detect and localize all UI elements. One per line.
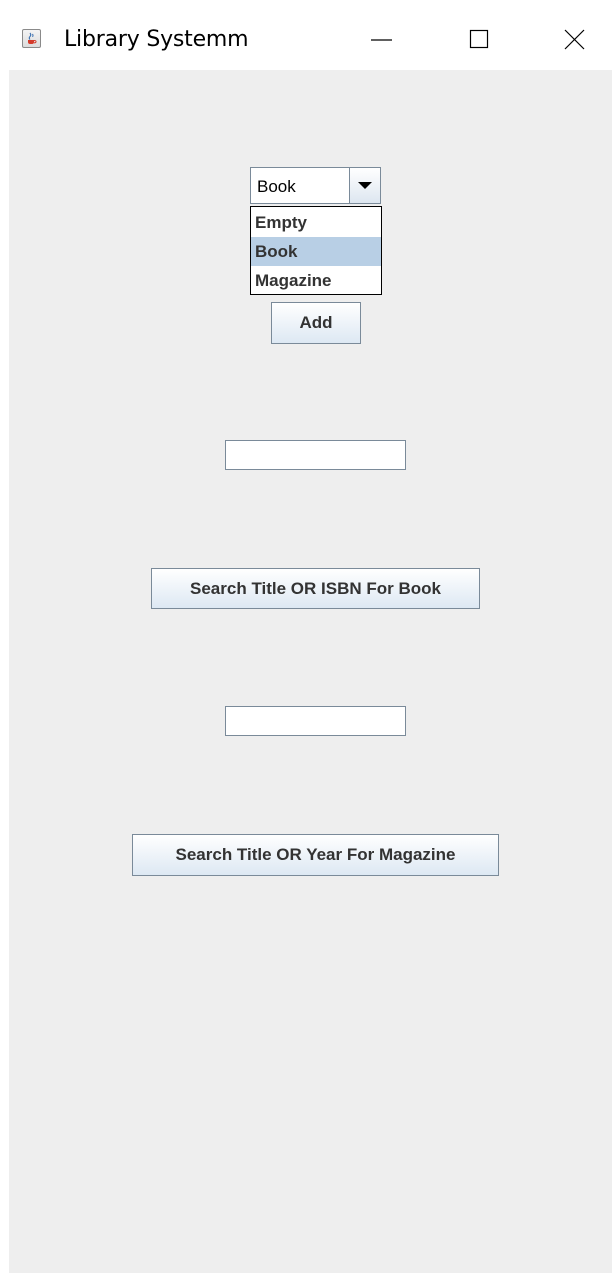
- dropdown-option-empty[interactable]: Empty: [251, 208, 381, 237]
- search-book-button[interactable]: Search Title OR ISBN For Book: [151, 568, 480, 609]
- item-type-combo[interactable]: Book: [250, 167, 381, 204]
- java-cup-icon[interactable]: [22, 29, 41, 48]
- minimize-icon: [371, 39, 392, 41]
- maximize-button[interactable]: [457, 22, 503, 58]
- close-icon: [564, 29, 585, 50]
- magazine-search-input[interactable]: [225, 706, 406, 736]
- dropdown-option-book[interactable]: Book: [251, 237, 381, 266]
- item-type-dropdown-list: Empty Book Magazine: [250, 206, 382, 295]
- dropdown-option-magazine[interactable]: Magazine: [251, 266, 381, 295]
- combo-arrow-button[interactable]: [349, 168, 380, 203]
- maximize-icon: [469, 29, 489, 49]
- search-magazine-button[interactable]: Search Title OR Year For Magazine: [132, 834, 499, 876]
- book-search-input[interactable]: [225, 440, 406, 470]
- app-window: Library Systemm Book Empty Book Magazine…: [0, 0, 612, 1273]
- title-bar[interactable]: Library Systemm: [0, 0, 612, 70]
- minimize-button[interactable]: [360, 22, 406, 58]
- chevron-down-icon: [358, 182, 372, 189]
- combo-selected-value: Book: [257, 177, 296, 196]
- add-button[interactable]: Add: [271, 302, 361, 344]
- close-button[interactable]: [552, 22, 598, 58]
- window-title: Library Systemm: [64, 27, 249, 52]
